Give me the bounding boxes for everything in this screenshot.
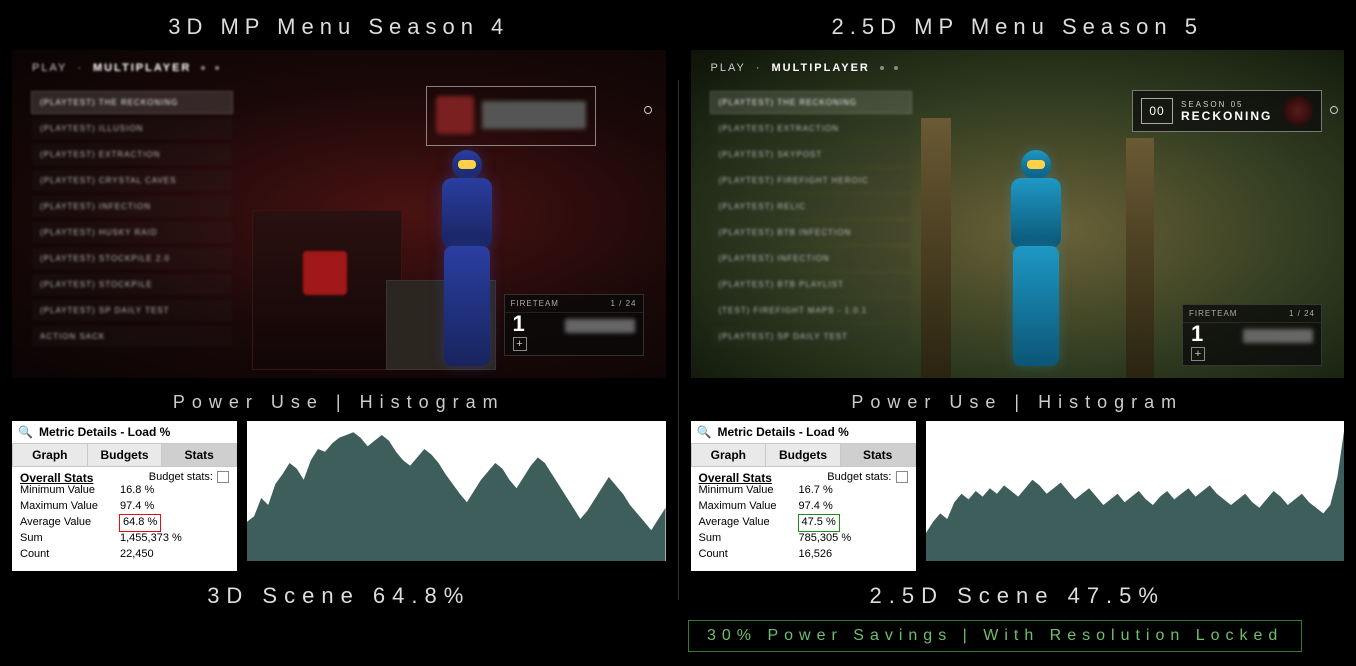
stat-row: Maximum Value97.4 % — [20, 499, 229, 515]
playlist-item[interactable]: (PLAYTEST) HUSKY RAID — [32, 222, 232, 243]
panel-title: Metric Details - Load % — [39, 425, 170, 439]
playlist-item[interactable]: (PLAYTEST) INFECTION — [711, 248, 911, 269]
scene-pillar — [1126, 138, 1154, 378]
metrics-panel-left: 🔍 Metric Details - Load % GraphBudgetsSta… — [12, 421, 237, 571]
column-season4: 3D MP Menu Season 4 PLAY · MULTIPLAYER (… — [0, 0, 678, 666]
stat-row: Count16,526 — [699, 547, 908, 563]
fireteam-player-blur — [1243, 329, 1313, 343]
tab-stats[interactable]: Stats — [840, 443, 916, 467]
playlist-item[interactable]: (PLAYTEST) SP DAILY TEST — [711, 326, 911, 347]
scene-summary-left: 3D Scene 64.8% — [0, 583, 678, 609]
playlist-item[interactable]: (PLAYTEST) FIREFIGHT HEROIC — [711, 170, 911, 191]
spartan-avatar — [422, 142, 512, 372]
playlist-item[interactable]: (PLAYTEST) SKYPOST — [711, 144, 911, 165]
heading-right: 2.5D MP Menu Season 5 — [679, 0, 1356, 50]
stat-row: Average Value64.8 % — [20, 515, 229, 531]
fireteam-player-blur — [565, 319, 635, 333]
scene-pillar — [921, 118, 951, 378]
game-screenshot-s5: PLAY · MULTIPLAYER (PLAYTEST) THE RECKON… — [691, 50, 1345, 378]
budget-label: Budget stats: — [827, 471, 891, 483]
playlist-item[interactable]: (TEST) FIREFIGHT MAPS - 1.0.1 — [711, 300, 911, 321]
season-line2: RECKONING — [1181, 109, 1272, 123]
playlist-item[interactable]: (PLAYTEST) ILLUSION — [32, 118, 232, 139]
challenge-text — [482, 101, 586, 129]
nav-dot[interactable] — [644, 106, 652, 114]
stat-row: Average Value47.5 % — [699, 515, 908, 531]
playlist-item[interactable]: (PLAYTEST) SP DAILY TEST — [32, 300, 232, 321]
fireteam-cap: 1 / 24 — [610, 299, 636, 308]
breadcrumb-prefix: PLAY — [32, 62, 67, 74]
season-line1: SEASON 05 — [1181, 100, 1272, 109]
stat-row: Minimum Value16.7 % — [699, 483, 908, 499]
budget-label: Budget stats: — [149, 471, 213, 483]
playlist-item[interactable]: (PLAYTEST) STOCKPILE 2.0 — [32, 248, 232, 269]
budget-checkbox[interactable] — [217, 471, 229, 483]
breadcrumb-current: MULTIPLAYER — [93, 62, 191, 74]
tab-graph[interactable]: Graph — [12, 443, 87, 467]
spartan-avatar — [991, 142, 1081, 372]
stat-row: Minimum Value16.8 % — [20, 483, 229, 499]
playlist-list: (PLAYTEST) THE RECKONING (PLAYTEST) ILLUS… — [32, 92, 232, 347]
nav-dot[interactable] — [1330, 106, 1338, 114]
playlist-item[interactable]: (PLAYTEST) EXTRACTION — [711, 118, 911, 139]
playlist-item[interactable]: (PLAYTEST) BTB PLAYLIST — [711, 274, 911, 295]
season-avatar-icon — [1283, 96, 1313, 126]
playlist-item[interactable]: (PLAYTEST) EXTRACTION — [32, 144, 232, 165]
search-icon[interactable]: 🔍 — [18, 425, 33, 439]
chart-title-right: Power Use | Histogram — [679, 392, 1356, 413]
challenge-icon — [436, 96, 474, 134]
playlist-item[interactable]: (PLAYTEST) BTB INFECTION — [711, 222, 911, 243]
season-number: 00 — [1141, 98, 1173, 124]
budget-checkbox[interactable] — [896, 471, 908, 483]
scene-summary-right: 2.5D Scene 47.5% — [679, 583, 1356, 609]
playlist-item[interactable]: ACTION SACK — [32, 326, 232, 347]
histogram-right — [926, 421, 1345, 561]
stat-row: Sum785,305 % — [699, 531, 908, 547]
stat-row: Count22,450 — [20, 547, 229, 563]
heading-left: 3D MP Menu Season 4 — [0, 0, 678, 50]
fireteam-add-button[interactable]: + — [1191, 347, 1205, 361]
savings-banner: 30% Power Savings | With Resolution Lock… — [688, 620, 1302, 652]
tab-stats[interactable]: Stats — [161, 443, 237, 467]
tab-budgets[interactable]: Budgets — [87, 443, 162, 467]
tab-budgets[interactable]: Budgets — [765, 443, 840, 467]
fireteam-label: FIRETEAM — [1189, 309, 1237, 318]
season-badge[interactable]: 00 SEASON 05RECKONING — [1132, 90, 1322, 132]
chart-title-left: Power Use | Histogram — [0, 392, 678, 413]
stat-row: Maximum Value97.4 % — [699, 499, 908, 515]
playlist-item[interactable]: (PLAYTEST) THE RECKONING — [32, 92, 232, 113]
breadcrumb-current: MULTIPLAYER — [771, 62, 869, 74]
fireteam-label: FIRETEAM — [511, 299, 559, 308]
fireteam-cap: 1 / 24 — [1289, 309, 1315, 318]
fireteam-add-button[interactable]: + — [513, 337, 527, 351]
fireteam-widget[interactable]: FIRETEAM1 / 24 1 + — [1182, 304, 1322, 366]
playlist-item[interactable]: (PLAYTEST) THE RECKONING — [711, 92, 911, 113]
breadcrumb: PLAY · MULTIPLAYER — [32, 62, 219, 74]
stat-row: Sum1,455,373 % — [20, 531, 229, 547]
scene-crate — [252, 210, 402, 370]
histogram-left — [247, 421, 666, 561]
playlist-item[interactable]: (PLAYTEST) INFECTION — [32, 196, 232, 217]
game-screenshot-s4: PLAY · MULTIPLAYER (PLAYTEST) THE RECKON… — [12, 50, 666, 378]
breadcrumb: PLAY · MULTIPLAYER — [711, 62, 898, 74]
search-icon[interactable]: 🔍 — [697, 425, 712, 439]
fireteam-widget[interactable]: FIRETEAM1 / 24 1 + — [504, 294, 644, 356]
column-season5: 2.5D MP Menu Season 5 PLAY · MULTIPLAYER… — [679, 0, 1356, 666]
panel-title: Metric Details - Load % — [717, 425, 848, 439]
metrics-panel-right: 🔍 Metric Details - Load % GraphBudgetsSta… — [691, 421, 916, 571]
playlist-item[interactable]: (PLAYTEST) RELIC — [711, 196, 911, 217]
breadcrumb-prefix: PLAY — [711, 62, 746, 74]
playlist-list: (PLAYTEST) THE RECKONING (PLAYTEST) EXTRA… — [711, 92, 911, 347]
playlist-item[interactable]: (PLAYTEST) STOCKPILE — [32, 274, 232, 295]
tab-graph[interactable]: Graph — [691, 443, 766, 467]
playlist-item[interactable]: (PLAYTEST) CRYSTAL CAVES — [32, 170, 232, 191]
